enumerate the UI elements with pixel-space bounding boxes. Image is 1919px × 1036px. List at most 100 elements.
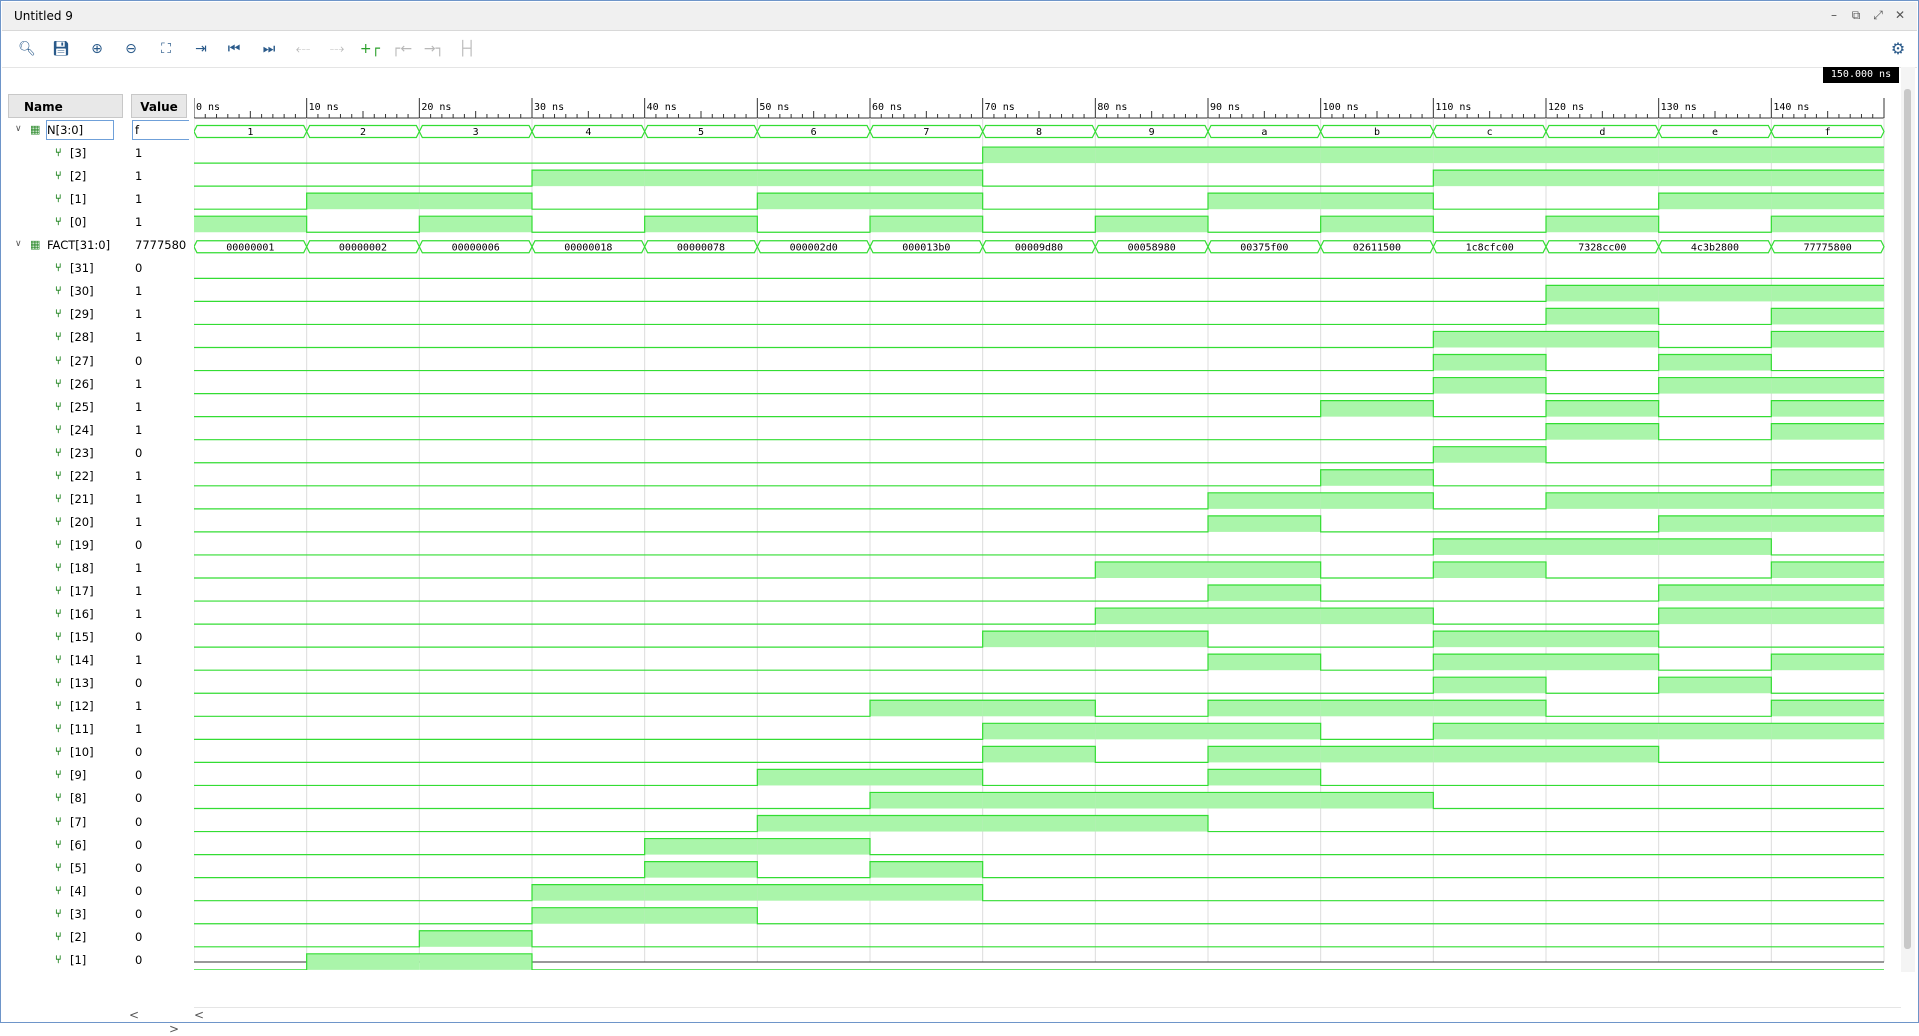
signal-name: [27] bbox=[70, 353, 94, 368]
close-icon[interactable]: ✕ bbox=[1893, 7, 1907, 23]
zoom-in-icon[interactable]: ⊕ bbox=[86, 39, 108, 59]
fact-bit-high-fill bbox=[1771, 585, 1884, 602]
fact-bit-high-fill bbox=[1546, 746, 1659, 763]
fact-bit-high-fill bbox=[1095, 815, 1208, 832]
ruler-tick-label: 40 ns bbox=[647, 102, 677, 113]
bit-signal-icon: ⑂ bbox=[55, 699, 62, 713]
fact-bit-high-fill bbox=[1095, 792, 1208, 809]
signal-name: [13] bbox=[70, 676, 94, 691]
signal-value: 0 bbox=[135, 883, 143, 898]
fact-bit-high-fill bbox=[870, 815, 983, 832]
signal-value: 1 bbox=[135, 699, 143, 714]
signal-name: [25] bbox=[70, 399, 94, 414]
bus-fact-segment-label: 00058980 bbox=[1128, 242, 1176, 253]
signal-value: 1 bbox=[135, 376, 143, 391]
go-to-cursor-icon[interactable]: ⇥ bbox=[190, 39, 212, 59]
waveform-canvas[interactable]: 0 ns 10 ns 20 ns 30 ns 40 ns 50 ns 60 ns 70 ns 8… bbox=[194, 98, 1896, 970]
go-to-last-time-icon[interactable]: ⏭ bbox=[258, 39, 280, 59]
vertical-scroll-thumb[interactable] bbox=[1904, 89, 1911, 949]
signal-name: [17] bbox=[70, 584, 94, 598]
signal-value: 1 bbox=[135, 284, 143, 299]
fact-bit-high-fill bbox=[1771, 515, 1884, 532]
add-marker-icon[interactable]: +┌ bbox=[359, 39, 381, 59]
n-bit-high-fill bbox=[1546, 147, 1659, 164]
minimize-icon[interactable]: – bbox=[1827, 7, 1841, 23]
signal-name: [12] bbox=[70, 699, 94, 714]
signal-value: 0 bbox=[135, 676, 143, 691]
signal-value: 1 bbox=[135, 722, 143, 737]
n-bit-high-fill bbox=[1208, 147, 1321, 164]
restore-icon[interactable]: ⧉ bbox=[1849, 7, 1863, 23]
fact-bit-high-fill bbox=[1433, 631, 1546, 648]
gear-icon[interactable]: ⚙ bbox=[1889, 39, 1907, 59]
fact-bit-high-fill bbox=[1771, 331, 1884, 348]
go-to-time-zero-icon[interactable]: ⏮ bbox=[223, 39, 245, 59]
collapse-chevron-icon[interactable]: ∨ bbox=[15, 124, 22, 134]
bus-signal-icon: ▦ bbox=[30, 238, 41, 252]
signal-value: f bbox=[135, 123, 140, 137]
fact-bit-high-fill bbox=[1208, 608, 1321, 625]
search-icon[interactable]: 🔍︎ bbox=[16, 39, 38, 59]
fact-bit-high-fill bbox=[1771, 285, 1884, 302]
signal-value: 0 bbox=[135, 952, 143, 967]
wave-scroll-left-icon[interactable]: < bbox=[194, 1008, 214, 1022]
fact-bit-high-fill bbox=[1433, 561, 1546, 578]
signal-name: [5] bbox=[70, 860, 87, 875]
signal-value: 0 bbox=[135, 860, 143, 875]
signal-name: [7] bbox=[70, 814, 87, 829]
name-column-header[interactable]: Name bbox=[8, 94, 123, 118]
n-bit-high-fill bbox=[1208, 193, 1321, 210]
fact-bit-high-fill bbox=[1658, 677, 1772, 694]
n-bit-high-fill bbox=[1658, 193, 1772, 210]
cursor-time-marker[interactable]: 150.000 ns bbox=[1823, 67, 1899, 83]
bus-n-segment-label: 6 bbox=[811, 127, 817, 138]
n-bit-high-fill bbox=[1658, 147, 1772, 164]
fact-bit-high-fill bbox=[1771, 492, 1884, 509]
fact-bit-high-fill bbox=[1658, 723, 1772, 740]
bottom-divider bbox=[194, 1007, 1901, 1008]
names-horizontal-scroll[interactable]: < > bbox=[129, 1008, 189, 1036]
bit-signal-icon: ⑂ bbox=[55, 376, 62, 390]
n-bit-high-fill bbox=[644, 170, 758, 187]
vertical-scrollbar[interactable] bbox=[1901, 67, 1915, 972]
bit-signal-icon: ⑂ bbox=[55, 399, 62, 413]
signal-name: [8] bbox=[70, 791, 87, 806]
bus-fact-segment-label: 00000006 bbox=[452, 242, 500, 253]
signal-name: [20] bbox=[70, 514, 94, 529]
fact-bit-high-fill bbox=[1546, 285, 1659, 302]
ruler-tick-label: 70 ns bbox=[985, 102, 1015, 113]
scroll-right-icon[interactable]: > bbox=[169, 1022, 179, 1036]
maximize-icon[interactable]: ⤢ bbox=[1871, 7, 1885, 23]
signal-value: 1 bbox=[135, 584, 143, 598]
n-bit-high-fill bbox=[870, 170, 983, 187]
bit-signal-icon: ⑂ bbox=[55, 607, 62, 621]
n-bit-high-fill bbox=[1320, 216, 1434, 233]
zoom-fit-icon[interactable]: ⛶ bbox=[155, 39, 177, 59]
signal-value: 0 bbox=[135, 791, 143, 806]
zoom-out-icon[interactable]: ⊖ bbox=[120, 39, 142, 59]
next-transition-icon: ⤏ bbox=[329, 41, 345, 57]
fact-bit-high-fill bbox=[644, 838, 758, 855]
ruler-tick-label: 60 ns bbox=[872, 102, 902, 113]
save-icon[interactable]: 💾︎ bbox=[50, 39, 72, 59]
bus-n-segment-label: 4 bbox=[585, 127, 591, 138]
scroll-left-icon[interactable]: < bbox=[129, 1008, 139, 1022]
bus-fact-segment-label: 4c3b2800 bbox=[1691, 242, 1739, 253]
fact-bit-high-fill bbox=[532, 884, 645, 901]
fact-bit-high-fill bbox=[1433, 723, 1546, 740]
signal-value: 1 bbox=[135, 330, 143, 345]
bus-fact-segment-label: 77775800 bbox=[1804, 242, 1852, 253]
n-bit-high-fill bbox=[1433, 170, 1546, 187]
fact-bit-high-fill bbox=[1433, 746, 1546, 763]
signal-value: 1 bbox=[135, 422, 143, 437]
signal-value: 1 bbox=[135, 514, 143, 529]
fact-bit-high-fill bbox=[1771, 561, 1884, 578]
bit-signal-icon: ⑂ bbox=[55, 215, 62, 229]
fact-bit-high-fill bbox=[1208, 746, 1321, 763]
bit-signal-icon: ⑂ bbox=[55, 883, 62, 897]
value-column-header[interactable]: Value bbox=[131, 94, 187, 118]
fact-bit-high-fill bbox=[1546, 308, 1659, 325]
ruler-tick-label: 10 ns bbox=[309, 102, 339, 113]
collapse-chevron-icon[interactable]: ∨ bbox=[15, 239, 22, 249]
ruler-tick-label: 110 ns bbox=[1435, 102, 1471, 113]
